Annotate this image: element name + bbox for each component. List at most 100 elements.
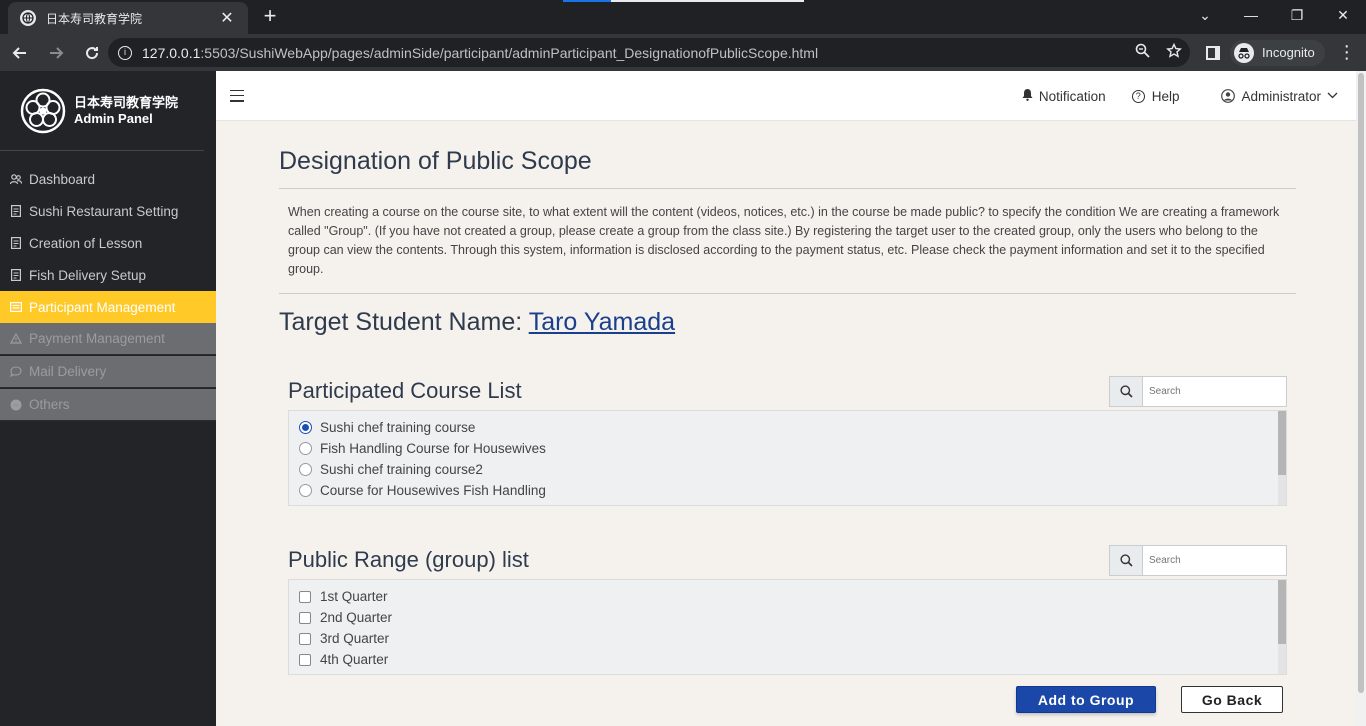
action-buttons: Add to Group Go Back: [1016, 686, 1283, 713]
brand[interactable]: 日本寿司教育学院 Admin Panel: [0, 71, 204, 151]
group-search: [1109, 544, 1287, 576]
group-option[interactable]: 3rd Quarter: [299, 628, 1286, 649]
sidebar-menu: Dashboard Sushi Restaurant Setting Creat…: [0, 163, 216, 421]
checkbox[interactable]: [299, 653, 311, 666]
new-tab-button[interactable]: +: [258, 4, 282, 28]
radio-selected[interactable]: [299, 421, 312, 434]
brand-text: 日本寿司教育学院 Admin Panel: [74, 95, 178, 127]
checkbox[interactable]: [299, 632, 311, 645]
course-option[interactable]: Sushi chef training course2: [299, 459, 1286, 480]
notification-label: Notification: [1038, 88, 1106, 104]
user-label: Administrator: [1241, 88, 1321, 104]
sidebar-item-sushi-restaurant-setting[interactable]: Sushi Restaurant Setting: [0, 195, 216, 227]
notification-button[interactable]: Notification: [1022, 88, 1106, 104]
course-option-label: Course for Housewives Fish Handling: [320, 483, 546, 498]
radio[interactable]: [299, 463, 312, 476]
user-avatar-icon: [1221, 89, 1236, 103]
group-option[interactable]: 1st Quarter: [299, 586, 1286, 607]
url-path: :5503/SushiWebApp/pages/adminSide/partic…: [200, 44, 819, 61]
sidebar-item-others[interactable]: Others: [0, 389, 216, 421]
checkbox[interactable]: [299, 611, 311, 624]
course-option[interactable]: Fish Handling Course for Housewives: [299, 438, 1286, 459]
sidebar-item-label: Dashboard: [29, 171, 96, 187]
page-scrollbar[interactable]: [1356, 71, 1366, 726]
zoom-icon[interactable]: [1126, 43, 1158, 62]
page-title: Designation of Public Scope: [279, 147, 1296, 189]
incognito-badge[interactable]: Incognito: [1230, 39, 1325, 66]
help-button[interactable]: ? Help: [1131, 89, 1179, 104]
sidebar-item-creation-of-lesson[interactable]: Creation of Lesson: [0, 227, 216, 259]
logo-icon: [20, 88, 66, 133]
group-option[interactable]: 2nd Quarter: [299, 607, 1286, 628]
checkbox[interactable]: [299, 675, 311, 676]
scroll-thumb[interactable]: [1278, 580, 1286, 644]
bell-icon: [1022, 88, 1033, 104]
restore-icon[interactable]: ❐: [1274, 0, 1320, 30]
group-option-label: 3rd Quarter: [320, 631, 390, 646]
card-icon: [10, 301, 22, 313]
address-bar[interactable]: i 127.0.0.1:5503/SushiWebApp/pages/admin…: [108, 38, 1190, 67]
tab-indicator: [563, 0, 611, 2]
target-student: Target Student Name: Taro Yamada: [279, 308, 1296, 337]
sidebar-item-label: Fish Delivery Setup: [29, 267, 147, 283]
group-section-header: Public Range (group) list: [288, 544, 1287, 576]
forward-arrow-icon[interactable]: [40, 37, 72, 69]
radio[interactable]: [299, 442, 312, 455]
warning-icon: [10, 333, 22, 345]
window-controls: ⌄ — ❐ ✕: [1182, 0, 1366, 32]
search-icon[interactable]: [1110, 376, 1143, 406]
radio[interactable]: [299, 484, 312, 497]
checkbox[interactable]: [299, 590, 311, 603]
tab-indicator-bar: [611, 0, 804, 2]
page-scroll-thumb[interactable]: [1358, 73, 1364, 693]
user-menu-button[interactable]: Administrator: [1221, 89, 1338, 104]
browser-tab[interactable]: 日本寿司教育学院 ✕: [8, 2, 248, 34]
reload-icon[interactable]: [76, 37, 108, 69]
add-to-group-button[interactable]: Add to Group: [1016, 686, 1156, 713]
group-option[interactable]: 4th Quarter: [299, 649, 1286, 670]
search-icon[interactable]: [1110, 545, 1143, 575]
window-close-icon[interactable]: ✕: [1320, 0, 1366, 30]
minimize-icon[interactable]: —: [1228, 0, 1274, 30]
group-option-label: 2nd Quarter: [320, 610, 393, 625]
sidebar-item-label: Mail Delivery: [29, 364, 107, 379]
back-arrow-icon[interactable]: [4, 37, 36, 69]
group-option-label: 1st Quarter: [320, 589, 388, 604]
topbar-actions: Notification ? Help Administrator: [996, 71, 1338, 121]
doc-icon: [10, 205, 22, 217]
sidebar-item-dashboard[interactable]: Dashboard: [0, 163, 216, 195]
browser-menu-icon[interactable]: ⋮: [1337, 42, 1357, 63]
group-list: 1st Quarter 2nd Quarter 3rd Quarter 4th …: [288, 579, 1287, 675]
help-icon: ?: [1131, 89, 1145, 103]
main-content: Designation of Public Scope When creatin…: [279, 121, 1296, 675]
site-info-icon[interactable]: i: [118, 45, 132, 60]
course-search-input[interactable]: [1143, 376, 1286, 406]
sidebar: 日本寿司教育学院 Admin Panel Dashboard Sushi Res…: [0, 71, 216, 726]
sidebar-item-payment-management[interactable]: Payment Management: [0, 323, 216, 355]
course-option[interactable]: Sushi chef training course: [299, 417, 1286, 438]
radio[interactable]: [299, 505, 312, 506]
bookmark-star-icon[interactable]: [1158, 42, 1190, 63]
url-host: 127.0.0.1: [142, 44, 201, 61]
student-name-link[interactable]: Taro Yamada: [529, 308, 675, 336]
go-back-button[interactable]: Go Back: [1181, 686, 1283, 713]
sidebar-item-participant-management[interactable]: Participant Management: [0, 291, 216, 323]
target-student-label: Target Student Name:: [279, 308, 529, 336]
chat-icon: [10, 366, 22, 378]
browser-right-tools: Incognito ⋮: [1198, 38, 1357, 67]
group-search-input[interactable]: [1143, 545, 1286, 575]
course-option[interactable]: [299, 501, 1286, 506]
side-panel-icon[interactable]: [1206, 45, 1220, 60]
scroll-thumb[interactable]: [1278, 411, 1286, 475]
sidebar-item-fish-delivery-setup[interactable]: Fish Delivery Setup: [0, 259, 216, 291]
group-list-scrollbar[interactable]: [1278, 580, 1286, 674]
hamburger-menu-icon[interactable]: [230, 89, 244, 102]
url-text: 127.0.0.1:5503/SushiWebApp/pages/adminSi…: [142, 45, 1126, 61]
course-search: [1109, 375, 1287, 407]
sidebar-item-mail-delivery[interactable]: Mail Delivery: [0, 356, 216, 388]
course-option[interactable]: Course for Housewives Fish Handling: [299, 480, 1286, 501]
tab-search-icon[interactable]: ⌄: [1182, 0, 1228, 30]
course-list-scrollbar[interactable]: [1278, 411, 1286, 505]
tab-close-icon[interactable]: ✕: [218, 8, 236, 28]
group-option[interactable]: [299, 670, 1286, 676]
